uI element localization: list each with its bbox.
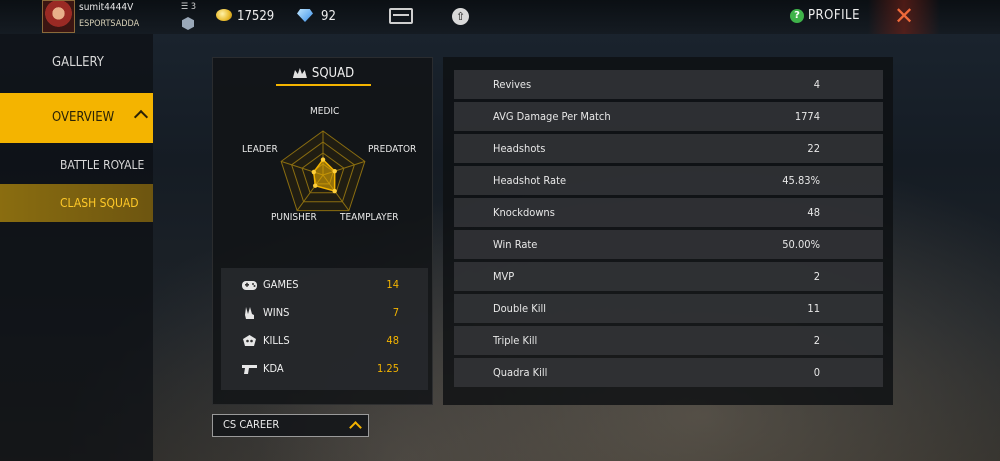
stat-row: Headshot Rate 45.83% [454,166,883,195]
career-dropdown-label: CS CAREER [223,418,280,431]
radar-label-leader: LEADER [242,144,278,155]
gun-icon [242,365,257,374]
radar-point-leader [311,169,316,175]
stat-label: Revives [493,78,532,91]
stat-value: 2 [813,270,820,283]
stat-row-wins: WINS 7 [221,300,428,328]
stat-label: Triple Kill [493,334,538,347]
victory-hand-icon [245,307,254,319]
level-value: 3 [190,2,196,12]
help-icon[interactable]: ? [790,9,804,23]
diamond-icon [297,9,313,22]
sidebar-item-label: OVERVIEW [52,110,115,125]
avatar[interactable] [42,0,75,33]
detailed-stats-panel: Revives 4 AVG Damage Per Match 1774 Headsh… [443,57,893,405]
close-icon: ✕ [894,2,915,30]
stat-row: MVP 2 [454,262,883,291]
stat-row: Win Rate 50.00% [454,230,883,259]
radar-label-medic: MEDIC [310,106,340,117]
top-bar: sumit4444V ESPORTSADDA ☰ 3 17529 92 ⇧ ? … [0,0,1000,34]
radar-point-predator [332,168,337,174]
skull-icon [243,335,256,346]
stat-row: Revives 4 [454,70,883,99]
stat-row: Headshots 22 [454,134,883,163]
stat-value: 48 [386,334,399,347]
stat-label: GAMES [263,278,299,291]
radar-point-punisher [313,183,318,188]
stat-value: 50.00% [782,238,820,251]
stat-label: AVG Damage Per Match [493,110,611,123]
stat-value: 22 [807,142,820,155]
sidebar-item-clash-squad[interactable]: CLASH SQUAD [0,184,153,222]
stat-value: 14 [386,278,399,291]
stat-label: MVP [493,270,515,283]
stat-value: 48 [807,206,820,219]
stat-label: Knockdowns [493,206,555,219]
stat-label: KILLS [263,334,290,347]
stat-row: Knockdowns 48 [454,198,883,227]
chevron-up-icon [133,109,149,125]
stat-label: Headshots [493,142,546,155]
stat-label: Headshot Rate [493,174,567,187]
stat-value: 1.25 [376,362,399,375]
stat-value: 11 [807,302,820,315]
stat-label: KDA [263,362,284,375]
close-button[interactable]: ✕ [868,0,940,34]
squad-panel: SQUAD MEDIC PREDATOR TEAMPLAYER PUNISHER… [212,57,433,405]
gamepad-icon [242,281,257,290]
radar-label-predator: PREDATOR [368,144,417,155]
diamond-amount: 92 [321,9,336,24]
profile-title: PROFILE [808,8,860,23]
stat-row: Quadra Kill 0 [454,358,883,387]
radar-label-teamplayer: TEAMPLAYER [340,212,399,223]
radar-point-medic [320,157,326,162]
career-dropdown[interactable]: CS CAREER [212,414,369,437]
stat-value: 0 [813,366,820,379]
stat-value: 2 [813,334,820,347]
radar-label-punisher: PUNISHER [271,212,317,223]
stat-row: AVG Damage Per Match 1774 [454,102,883,131]
squad-stats: GAMES 14 WINS 7 KILLS 48 KDA 1.25 [221,268,428,390]
sidebar-item-battle-royale[interactable]: BATTLE ROYALE [0,152,153,178]
gold-amount: 17529 [237,9,275,24]
rank-badge-icon [182,17,194,30]
radar-point-teamplayer [332,188,337,194]
stat-row-kills: KILLS 48 [221,328,428,356]
id-card-icon[interactable] [389,8,413,24]
guild-name: ESPORTSADDA [79,19,140,29]
username: sumit4444V [79,2,134,13]
level-icon: ☰ [181,2,189,12]
sidebar: GALLERY OVERVIEW BATTLE ROYALE CLASH SQU… [0,34,153,461]
share-icon[interactable]: ⇧ [452,8,469,25]
stat-label: Win Rate [493,238,538,251]
stat-row-kda: KDA 1.25 [221,356,428,384]
stat-value: 7 [392,306,399,319]
stat-value: 1774 [794,110,820,123]
stat-row: Triple Kill 2 [454,326,883,355]
stat-label: WINS [263,306,290,319]
stat-value: 45.83% [782,174,820,187]
stat-row: Double Kill 11 [454,294,883,323]
level-indicator: ☰ 3 [181,2,196,12]
sidebar-item-overview[interactable]: OVERVIEW [0,93,153,143]
gold-coin-icon [216,9,232,21]
stat-row-games: GAMES 14 [221,272,428,300]
radar-chart [280,130,366,212]
chevron-up-icon [349,421,362,434]
stat-label: Quadra Kill [493,366,548,379]
stat-label: Double Kill [493,302,546,315]
stat-value: 4 [813,78,820,91]
sidebar-item-gallery[interactable]: GALLERY [0,50,153,76]
